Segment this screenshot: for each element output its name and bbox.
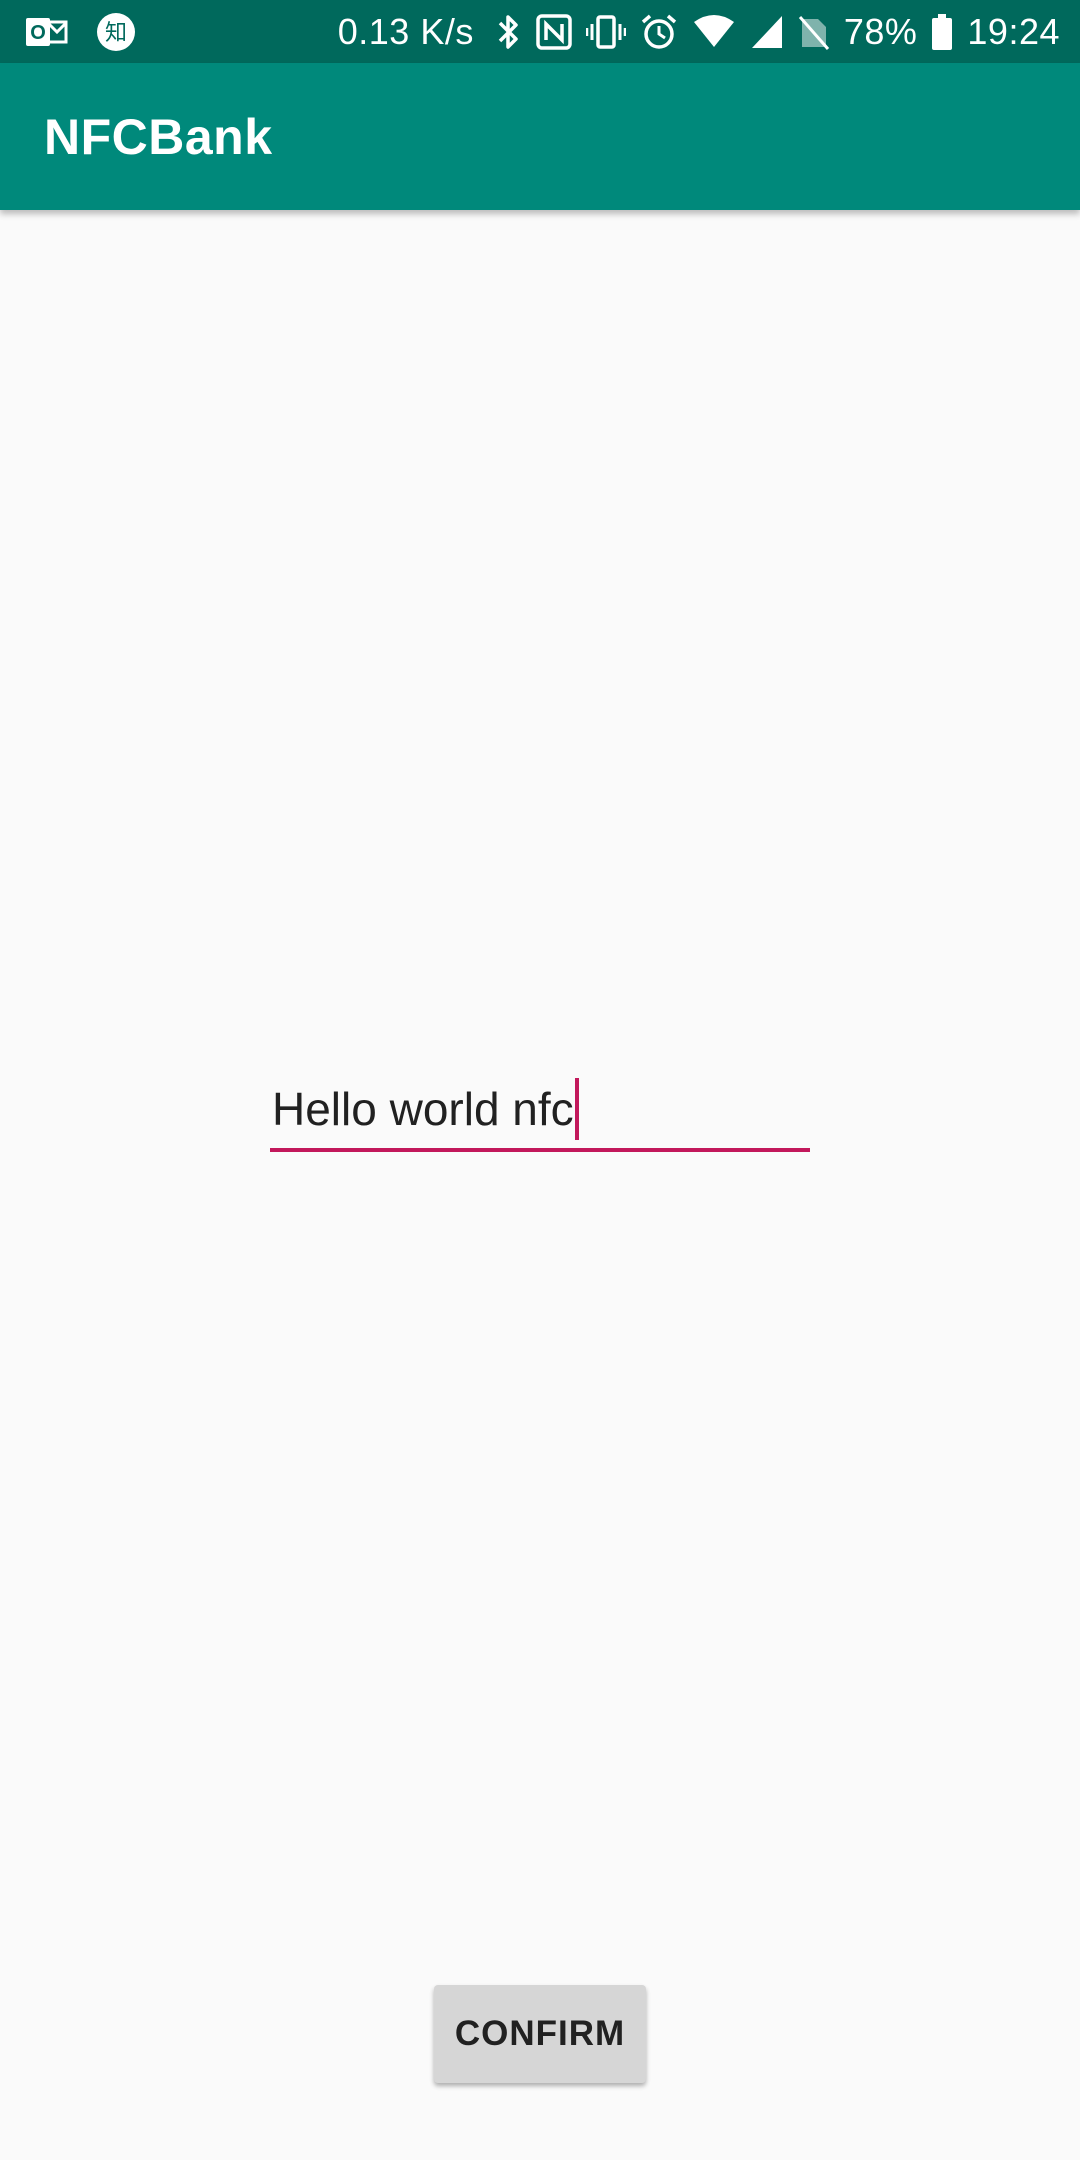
nfc-icon <box>536 13 572 50</box>
zhihu-glyph: 知 <box>105 21 127 46</box>
alarm-icon <box>640 13 678 51</box>
message-input[interactable]: Hello world nfc <box>270 1070 810 1152</box>
app-bar: NFCBank <box>0 63 1080 210</box>
status-bar: O 知 0.13 K/s 78% 19:24 <box>0 0 1080 63</box>
battery-icon <box>931 13 953 51</box>
net-speed: 0.13 K/s <box>337 10 474 52</box>
bluetooth-icon <box>496 13 522 51</box>
cell-signal-icon <box>750 14 784 50</box>
zhihu-icon: 知 <box>96 12 136 52</box>
no-sim-icon <box>798 13 830 51</box>
app-title: NFCBank <box>44 108 273 165</box>
screen: O 知 0.13 K/s 78% 19:24 NFCBank Hello wor… <box>0 0 1080 2160</box>
vibrate-icon <box>585 14 626 50</box>
message-input-value[interactable]: Hello world nfc <box>272 1082 574 1136</box>
text-caret <box>574 1078 579 1140</box>
svg-text:O: O <box>30 22 46 44</box>
wifi-icon <box>692 14 736 50</box>
status-bar-right: 0.13 K/s 78% 19:24 <box>338 11 1060 53</box>
confirm-button[interactable]: CONFIRM <box>434 1985 646 2083</box>
clock: 19:24 <box>967 10 1060 52</box>
status-bar-left: O 知 <box>26 12 136 52</box>
outlook-icon: O <box>26 14 68 50</box>
battery-percent: 78% <box>843 10 918 52</box>
